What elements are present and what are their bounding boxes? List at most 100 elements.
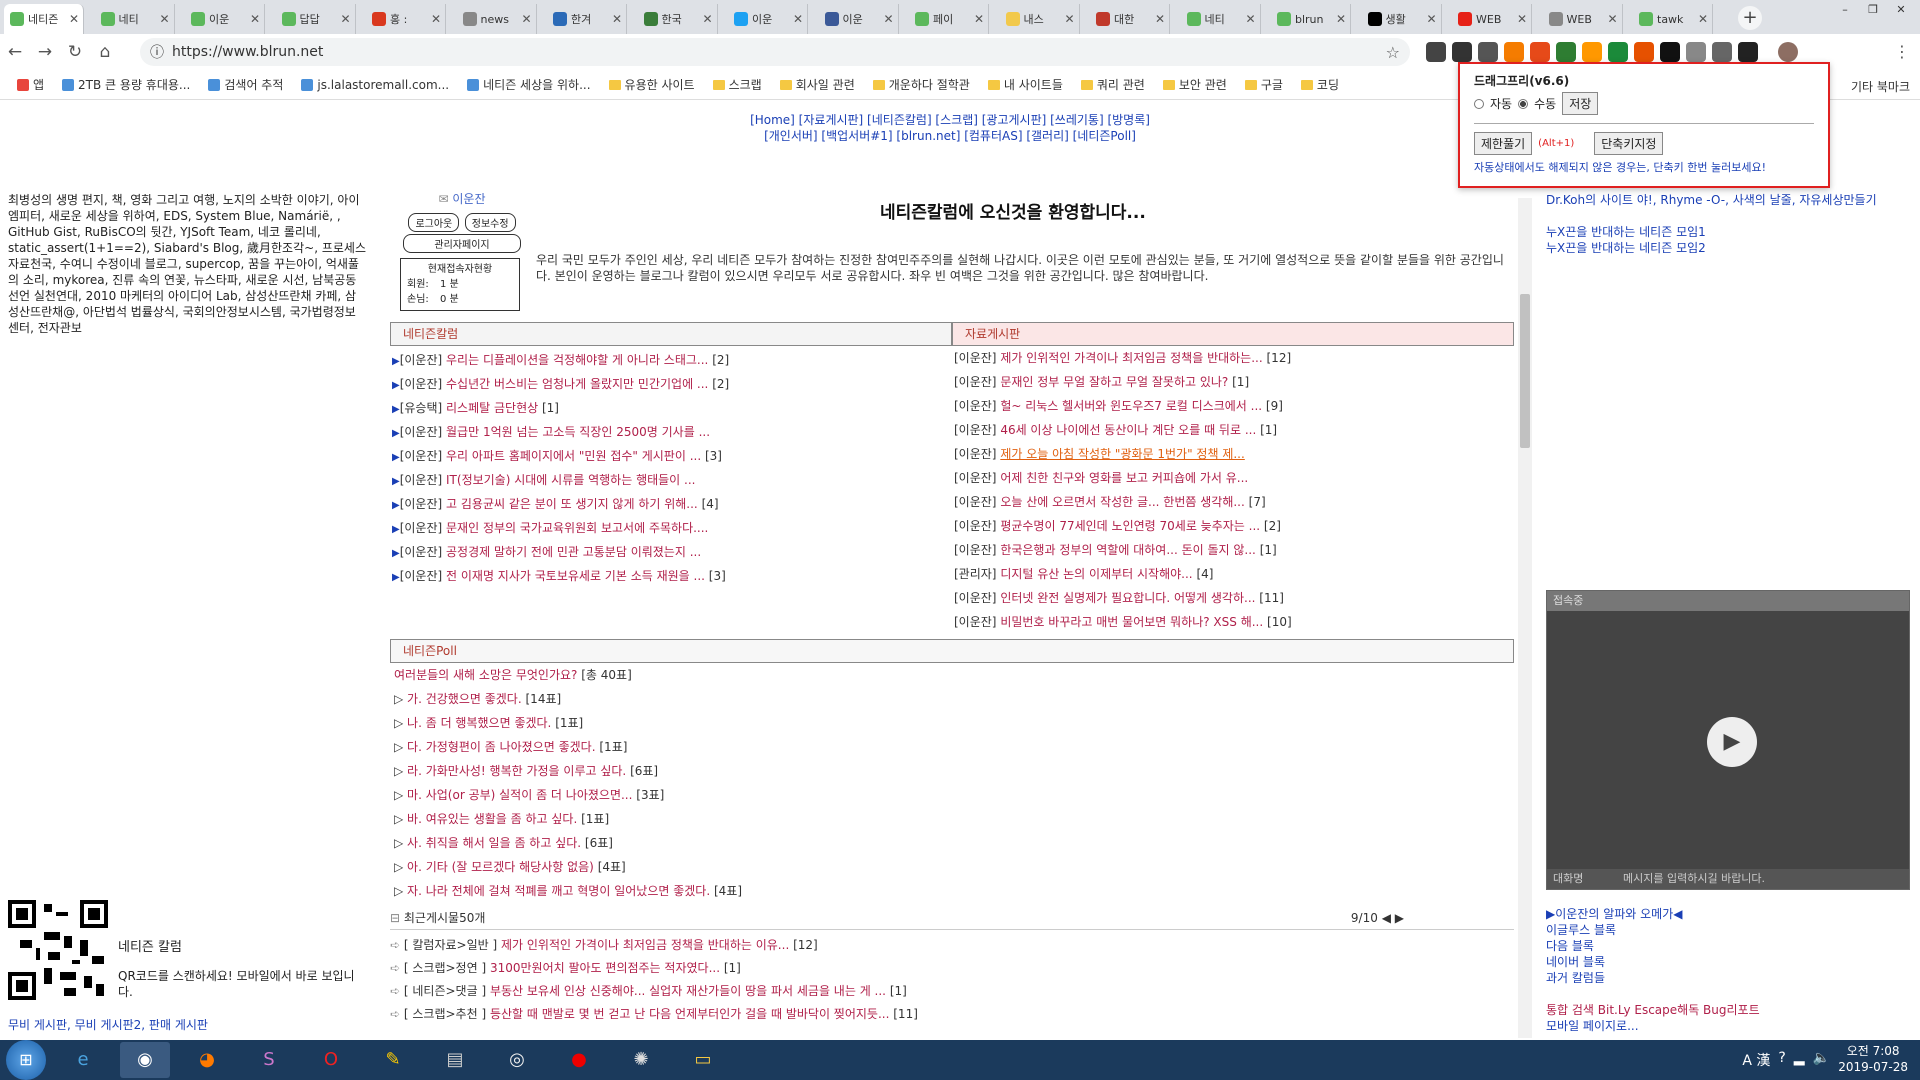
extension-icon[interactable]: [1712, 42, 1732, 62]
right-link[interactable]: 네이버 블록: [1546, 954, 1760, 970]
post-title[interactable]: 인터넷 완전 실명제가 필요합니다. 어떻게 생각하...: [1000, 591, 1255, 605]
post-title[interactable]: 문재인 정부 무얼 잘하고 무얼 잘못하고 있나?: [1000, 375, 1228, 389]
board-row[interactable]: ▶[이운잔] IT(정보기술) 시대에 시류를 역행하는 행태들이 ...: [390, 468, 952, 492]
board-row[interactable]: ▶[이운잔] 우리 아파트 홈페이지에서 "민원 접수" 게시판이 ... [3…: [390, 444, 952, 468]
post-title[interactable]: 3100만원어치 팔아도 편의점주는 적자였다...: [490, 961, 720, 975]
nav-line-2[interactable]: [개인서버] [백업서버#1] [blrun.net] [컴퓨터AS] [갤러리…: [740, 128, 1160, 144]
bookmark-item[interactable]: 검색어 추적: [201, 76, 290, 93]
opera-icon[interactable]: O: [306, 1042, 356, 1078]
back-icon[interactable]: ←: [0, 42, 30, 62]
poll-option[interactable]: ▷ 바. 여유있는 생활을 좀 하고 싶다. [1표]: [390, 807, 1514, 831]
new-tab-button[interactable]: +: [1738, 6, 1762, 30]
extension-icon[interactable]: [1530, 42, 1550, 62]
next-page-icon[interactable]: ▶: [1395, 911, 1404, 925]
right-link-group2[interactable]: 누X끈을 반대하는 네티즌 모임2: [1546, 240, 1906, 256]
app-icon[interactable]: ✺: [616, 1042, 666, 1078]
bookmark-item[interactable]: 2TB 큰 용량 휴대용...: [55, 76, 197, 93]
tab-close-icon[interactable]: ✕: [1336, 12, 1350, 26]
tab-close-icon[interactable]: ✕: [1065, 12, 1079, 26]
firefox-icon[interactable]: ◕: [182, 1042, 232, 1078]
post-title[interactable]: 전 이재명 지사가 국토보유세로 기본 소득 재원을 ...: [446, 569, 705, 583]
post-title[interactable]: 리스페탈 금단현상: [446, 401, 538, 415]
browser-tab[interactable]: blrun ✕: [1271, 4, 1351, 34]
browser-tab[interactable]: 페이 ✕: [909, 4, 989, 34]
poll-option[interactable]: ▷ 아. 기타 (잘 모르겠다 해당사항 없음) [4표]: [390, 855, 1514, 879]
bookmark-item[interactable]: 코딩: [1294, 76, 1346, 93]
record-icon[interactable]: ●: [554, 1042, 604, 1078]
app-icon[interactable]: S: [244, 1042, 294, 1078]
browser-tab[interactable]: 대한 ✕: [1090, 4, 1170, 34]
unlock-button[interactable]: 제한풀기: [1474, 132, 1533, 155]
tab-close-icon[interactable]: ✕: [1517, 12, 1531, 26]
recent-post-row[interactable]: ➪ [ 칼럼자료>일반 ] 제가 인위적인 가격이나 최저임금 정책을 반대하는…: [390, 934, 1514, 957]
board-row[interactable]: ▶[이운잔] 문재인 정부의 국가교육위원회 보고서에 주목하다....: [390, 516, 952, 540]
board-row[interactable]: ▶[이운잔] 월급만 1억원 넘는 고소득 직장인 2500명 기사를 ...: [390, 420, 952, 444]
browser-tab[interactable]: WEB ✕: [1452, 4, 1532, 34]
set-hotkey-button[interactable]: 단축키지정: [1594, 132, 1664, 155]
volume-icon[interactable]: 🔈: [1813, 1050, 1830, 1070]
board-row[interactable]: [이운잔] 46세 이상 나이에선 동산이나 계단 오를 때 뒤로 ... [1…: [952, 418, 1514, 442]
right-link[interactable]: 모바일 페이지로...: [1546, 1018, 1760, 1034]
bookmark-star-icon[interactable]: ☆: [1386, 43, 1400, 62]
info-icon[interactable]: ⓘ: [150, 42, 164, 62]
tab-close-icon[interactable]: ✕: [793, 12, 807, 26]
poll-option[interactable]: ▷ 가. 건강했으면 좋겠다. [14표]: [390, 687, 1514, 711]
right-link[interactable]: 과거 칼럼들: [1546, 970, 1760, 986]
bookmark-item[interactable]: 회사일 관련: [773, 76, 862, 93]
post-title[interactable]: 부동산 보유세 인상 신중해야... 실업자 재산가들이 땅을 파서 세금을 내…: [490, 984, 886, 998]
poll-option[interactable]: ▷ 자. 나라 전체에 걸쳐 적폐를 깨고 혁명이 일어났으면 좋겠다. [4표…: [390, 879, 1514, 903]
post-title[interactable]: 오늘 산에 오르면서 작성한 글... 한번쯤 생각해...: [1000, 495, 1245, 509]
forward-icon[interactable]: →: [30, 42, 60, 62]
browser-tab[interactable]: 네티즌 ✕: [4, 4, 84, 34]
post-title[interactable]: 우리 아파트 홈페이지에서 "민원 접수" 게시판이 ...: [446, 449, 701, 463]
logout-button[interactable]: 로그아웃: [408, 213, 460, 232]
edit-profile-button[interactable]: 정보수정: [464, 213, 516, 232]
board-row[interactable]: [이운잔] 한국은행과 정부의 역할에 대하여... 돈이 돌지 않... [1…: [952, 538, 1514, 562]
post-title[interactable]: 공정경제 말하기 전에 민관 고통분담 이뤄졌는지 ...: [446, 545, 701, 559]
tab-close-icon[interactable]: ✕: [974, 12, 988, 26]
left-bottom-links[interactable]: 무비 게시판, 무비 게시판2, 판매 게시판: [8, 1016, 208, 1033]
menu-icon[interactable]: ⋮: [1894, 42, 1910, 61]
board-row[interactable]: ▶[이운잔] 우리는 디플레이션을 걱정해야할 게 아니라 스태그... [2]: [390, 348, 952, 372]
extension-icon[interactable]: [1426, 42, 1446, 62]
extension-icon[interactable]: [1582, 42, 1602, 62]
tab-close-icon[interactable]: ✕: [1427, 12, 1441, 26]
board-row[interactable]: [이운잔] 비밀번호 바꾸라고 매번 물어보면 뭐하나? XSS 해... [1…: [952, 610, 1514, 634]
start-button[interactable]: ⊞: [6, 1040, 46, 1080]
admin-page-button[interactable]: 관리자페이지: [403, 234, 521, 253]
post-title[interactable]: IT(정보기술) 시대에 시류를 역행하는 행태들이 ...: [446, 473, 695, 487]
tab-close-icon[interactable]: ✕: [612, 12, 626, 26]
browser-tab[interactable]: 네티 ✕: [1180, 4, 1261, 34]
right-link[interactable]: 통합 검색 Bit.Ly Escape해독 Bug리포트: [1546, 1002, 1760, 1018]
tab-close-icon[interactable]: ✕: [522, 12, 536, 26]
tab-close-icon[interactable]: ✕: [431, 12, 445, 26]
ie-icon[interactable]: e: [58, 1042, 108, 1078]
tab-close-icon[interactable]: ✕: [341, 12, 355, 26]
home-icon[interactable]: ⌂: [90, 42, 120, 62]
tab-close-icon[interactable]: ✕: [1698, 12, 1712, 26]
tab-close-icon[interactable]: ✕: [160, 12, 174, 26]
poll-option[interactable]: ▷ 나. 좀 더 행복했으면 좋겠다. [1표]: [390, 711, 1514, 735]
recent-post-row[interactable]: ➪ [ 스크랩>정연 ] 3100만원어치 팔아도 편의점주는 적자였다... …: [390, 957, 1514, 980]
bookmark-item[interactable]: 쿼리 관련: [1074, 76, 1152, 93]
close-window-button[interactable]: ✕: [1888, 0, 1914, 20]
poll-option[interactable]: ▷ 다. 가정형편이 좀 나아졌으면 좋겠다. [1표]: [390, 735, 1514, 759]
chrome-icon[interactable]: ◉: [120, 1042, 170, 1078]
tab-close-icon[interactable]: ✕: [703, 12, 717, 26]
right-link[interactable]: 이글루스 블록: [1546, 922, 1760, 938]
post-title[interactable]: 고 김용균씨 같은 분이 또 생기지 않게 하기 위해...: [446, 497, 698, 511]
extension-icon[interactable]: [1634, 42, 1654, 62]
post-title[interactable]: 우리는 디플레이션을 걱정해야할 게 아니라 스태그...: [446, 353, 708, 367]
download-icon[interactable]: [1686, 42, 1706, 62]
tab-close-icon[interactable]: ✕: [1155, 12, 1169, 26]
board-row[interactable]: ▶[유승택] 리스페탈 금단현상 [1]: [390, 396, 952, 420]
browser-tab[interactable]: tawk ✕: [1633, 4, 1713, 34]
right-link-sites[interactable]: Dr.Koh의 사이트 야!, Rhyme -O-, 사색의 날줄, 자유세상만…: [1546, 192, 1906, 208]
bookmark-item[interactable]: 구글: [1238, 76, 1290, 93]
app-icon[interactable]: ▤: [430, 1042, 480, 1078]
tab-close-icon[interactable]: ✕: [69, 12, 83, 26]
bookmark-item[interactable]: 스크랩: [706, 76, 769, 93]
tab-close-icon[interactable]: ✕: [250, 12, 264, 26]
help-icon[interactable]: ?: [1778, 1050, 1785, 1070]
chat-message-input[interactable]: 메시지를 입력하시길 바랍니다.: [1617, 869, 1765, 889]
